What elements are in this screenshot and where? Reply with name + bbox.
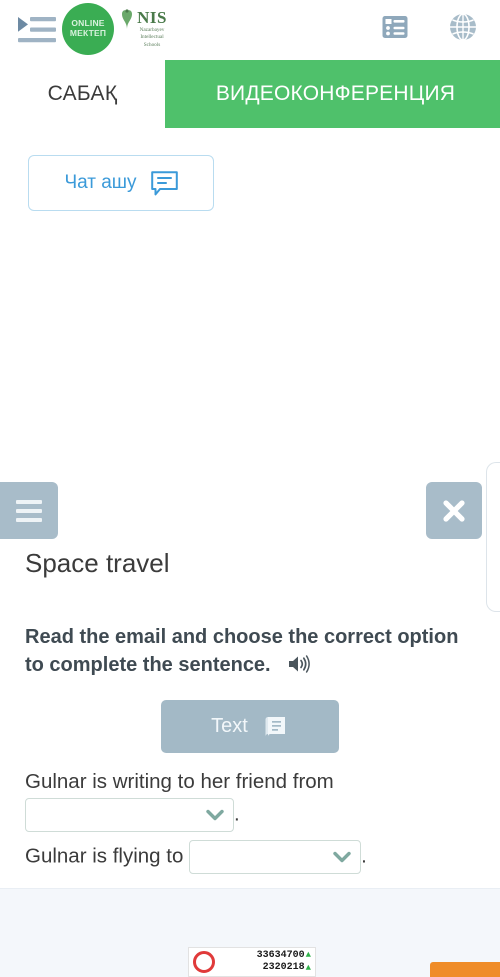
speaker-icon-button[interactable] bbox=[288, 654, 311, 682]
nis-sub-line3: Schools bbox=[143, 41, 161, 48]
book-icon bbox=[265, 717, 285, 737]
page-title: Space travel bbox=[25, 548, 170, 578]
chevron-down-icon bbox=[333, 851, 351, 862]
brand-logos: ONLINE МЕКТЕП NIS Nazarbayev Intellectua… bbox=[62, 2, 180, 56]
sentence-1-dropdown[interactable] bbox=[25, 797, 234, 832]
menu-toggle-button[interactable] bbox=[14, 10, 60, 50]
sentence-2-suffix: . bbox=[361, 844, 367, 868]
globe-icon bbox=[450, 13, 476, 41]
counter-row-top: 33634700 ▲ bbox=[257, 950, 311, 963]
lesson-panel: Space travel Read the email and choose t… bbox=[0, 230, 500, 977]
leaf-icon bbox=[122, 9, 132, 29]
visitor-counter[interactable]: 33634700 ▲ 2320218 ▲ bbox=[188, 947, 316, 977]
footer-accent-bar bbox=[430, 962, 500, 977]
nis-sub-line1: Nazarbayev bbox=[139, 27, 165, 34]
tab-sabaq[interactable]: САБАҚ bbox=[0, 60, 165, 128]
instruction-label: Read the email and choose the correct op… bbox=[25, 626, 459, 677]
top-icon-group bbox=[380, 12, 478, 42]
nis-logo-main: NIS bbox=[137, 8, 167, 28]
chat-bubble-icon bbox=[150, 170, 178, 195]
globe-icon-button[interactable] bbox=[448, 12, 478, 42]
hamburger-bar bbox=[16, 517, 42, 522]
hamburger-icon bbox=[16, 497, 42, 524]
counter-ring-icon bbox=[193, 951, 215, 973]
counter-top-value: 33634700 bbox=[256, 949, 305, 961]
counter-top-indicator: ▲ bbox=[305, 950, 311, 961]
menu-indent-icon bbox=[18, 17, 56, 43]
hamburger-bar bbox=[16, 508, 42, 513]
panel-right-edge bbox=[486, 462, 500, 612]
sentence-row-1: Gulnar is writing to her friend from . bbox=[25, 766, 475, 832]
panel-menu-button[interactable] bbox=[0, 482, 58, 539]
list-icon-button[interactable] bbox=[380, 12, 410, 42]
chevron-down-icon bbox=[206, 809, 224, 820]
speaker-icon bbox=[289, 655, 311, 674]
counter-row-bottom: 2320218 ▲ bbox=[263, 962, 311, 975]
online-mektep-logo: ONLINE МЕКТЕП bbox=[62, 3, 114, 55]
sentence-group: Gulnar is writing to her friend from . G… bbox=[25, 766, 475, 874]
sentence-1-suffix: . bbox=[234, 802, 240, 826]
hamburger-bar bbox=[16, 499, 42, 504]
counter-bottom-value: 2320218 bbox=[262, 962, 305, 973]
sentence-1-prefix: Gulnar is writing to her friend from bbox=[25, 770, 334, 793]
instruction-text: Read the email and choose the correct op… bbox=[25, 623, 480, 683]
nis-sub-line2: Intellectual bbox=[140, 34, 164, 41]
tab-videoconference[interactable]: ВИДЕОКОНФЕРЕНЦИЯ bbox=[165, 60, 500, 128]
app-root: ONLINE МЕКТЕП NIS Nazarbayev Intellectua… bbox=[0, 0, 500, 977]
sentence-2-dropdown[interactable] bbox=[189, 839, 362, 874]
close-icon bbox=[443, 499, 465, 522]
open-chat-label: Чат ашу bbox=[64, 172, 137, 193]
counter-values: 33634700 ▲ 2320218 ▲ bbox=[221, 950, 311, 975]
online-mektep-line2: МЕКТЕП bbox=[69, 28, 107, 38]
sentence-2-prefix: Gulnar is flying to bbox=[25, 844, 184, 868]
text-material-label: Text bbox=[211, 715, 248, 737]
open-chat-button[interactable]: Чат ашу bbox=[28, 155, 214, 211]
list-icon bbox=[382, 16, 408, 38]
panel-close-button[interactable] bbox=[426, 482, 482, 539]
sentence-row-2: Gulnar is flying to . bbox=[25, 839, 475, 874]
top-bar: ONLINE МЕКТЕП NIS Nazarbayev Intellectua… bbox=[0, 0, 500, 60]
nis-logo-sub: Nazarbayev Intellectual Schools bbox=[140, 27, 165, 48]
tab-bar: САБАҚ ВИДЕОКОНФЕРЕНЦИЯ bbox=[0, 60, 500, 128]
text-material-button[interactable]: Text bbox=[161, 700, 339, 753]
counter-bottom-indicator: ▲ bbox=[305, 962, 311, 973]
nis-logo: NIS Nazarbayev Intellectual Schools bbox=[118, 2, 180, 56]
